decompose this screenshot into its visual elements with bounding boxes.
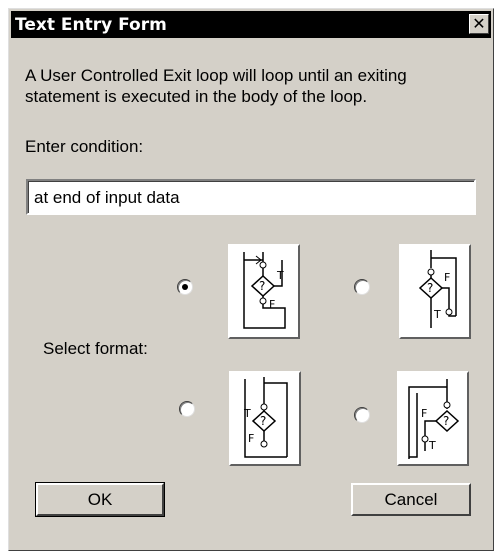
branch-label-false: F — [269, 298, 275, 311]
format-diagram-2[interactable]: ? F T — [399, 244, 471, 339]
format-radio-4[interactable] — [354, 407, 370, 423]
branch-label-true: T — [433, 308, 441, 321]
condition-label: Enter condition: — [25, 137, 144, 156]
branch-label-false: F — [421, 407, 427, 420]
format-diagram-3[interactable]: ? T F — [229, 371, 301, 466]
flowchart-icon-4: ? F T — [408, 379, 460, 459]
branch-label-false: F — [248, 432, 254, 445]
decision-mark: ? — [259, 279, 265, 293]
flowchart-icon-3: ? T F — [243, 377, 288, 458]
format-radio-1[interactable] — [177, 279, 193, 295]
format-radio-2[interactable] — [354, 279, 370, 295]
window-title: Text Entry Form — [15, 15, 167, 35]
decision-mark: ? — [260, 414, 266, 428]
format-radio-3[interactable] — [179, 401, 195, 417]
description-text: A User Controlled Exit loop will loop un… — [25, 66, 407, 106]
branch-label-true: T — [276, 269, 284, 282]
format-diagram-1[interactable]: ? T F — [228, 244, 300, 339]
decision-mark: ? — [427, 281, 433, 295]
cancel-button[interactable]: Cancel — [351, 483, 471, 516]
format-label: Select format: — [43, 339, 148, 358]
format-diagram-4[interactable]: ? F T — [397, 371, 469, 466]
condition-input[interactable]: at end of input data — [26, 179, 476, 215]
title-bar[interactable]: Text Entry Form ✕ — [11, 11, 491, 38]
text-entry-dialog: Text Entry Form ✕ A User Controlled Exit… — [8, 8, 494, 551]
radio-selected-dot — [182, 284, 188, 290]
branch-label-true: T — [428, 439, 436, 452]
decision-mark: ? — [443, 414, 449, 428]
flowchart-icon-1: ? T F — [243, 252, 286, 329]
branch-label-false: F — [444, 271, 450, 284]
ok-button[interactable]: OK — [35, 482, 165, 517]
branch-label-true: T — [243, 407, 251, 420]
close-icon[interactable]: ✕ — [469, 14, 489, 34]
flowchart-icon-2: ? F T — [418, 250, 457, 328]
